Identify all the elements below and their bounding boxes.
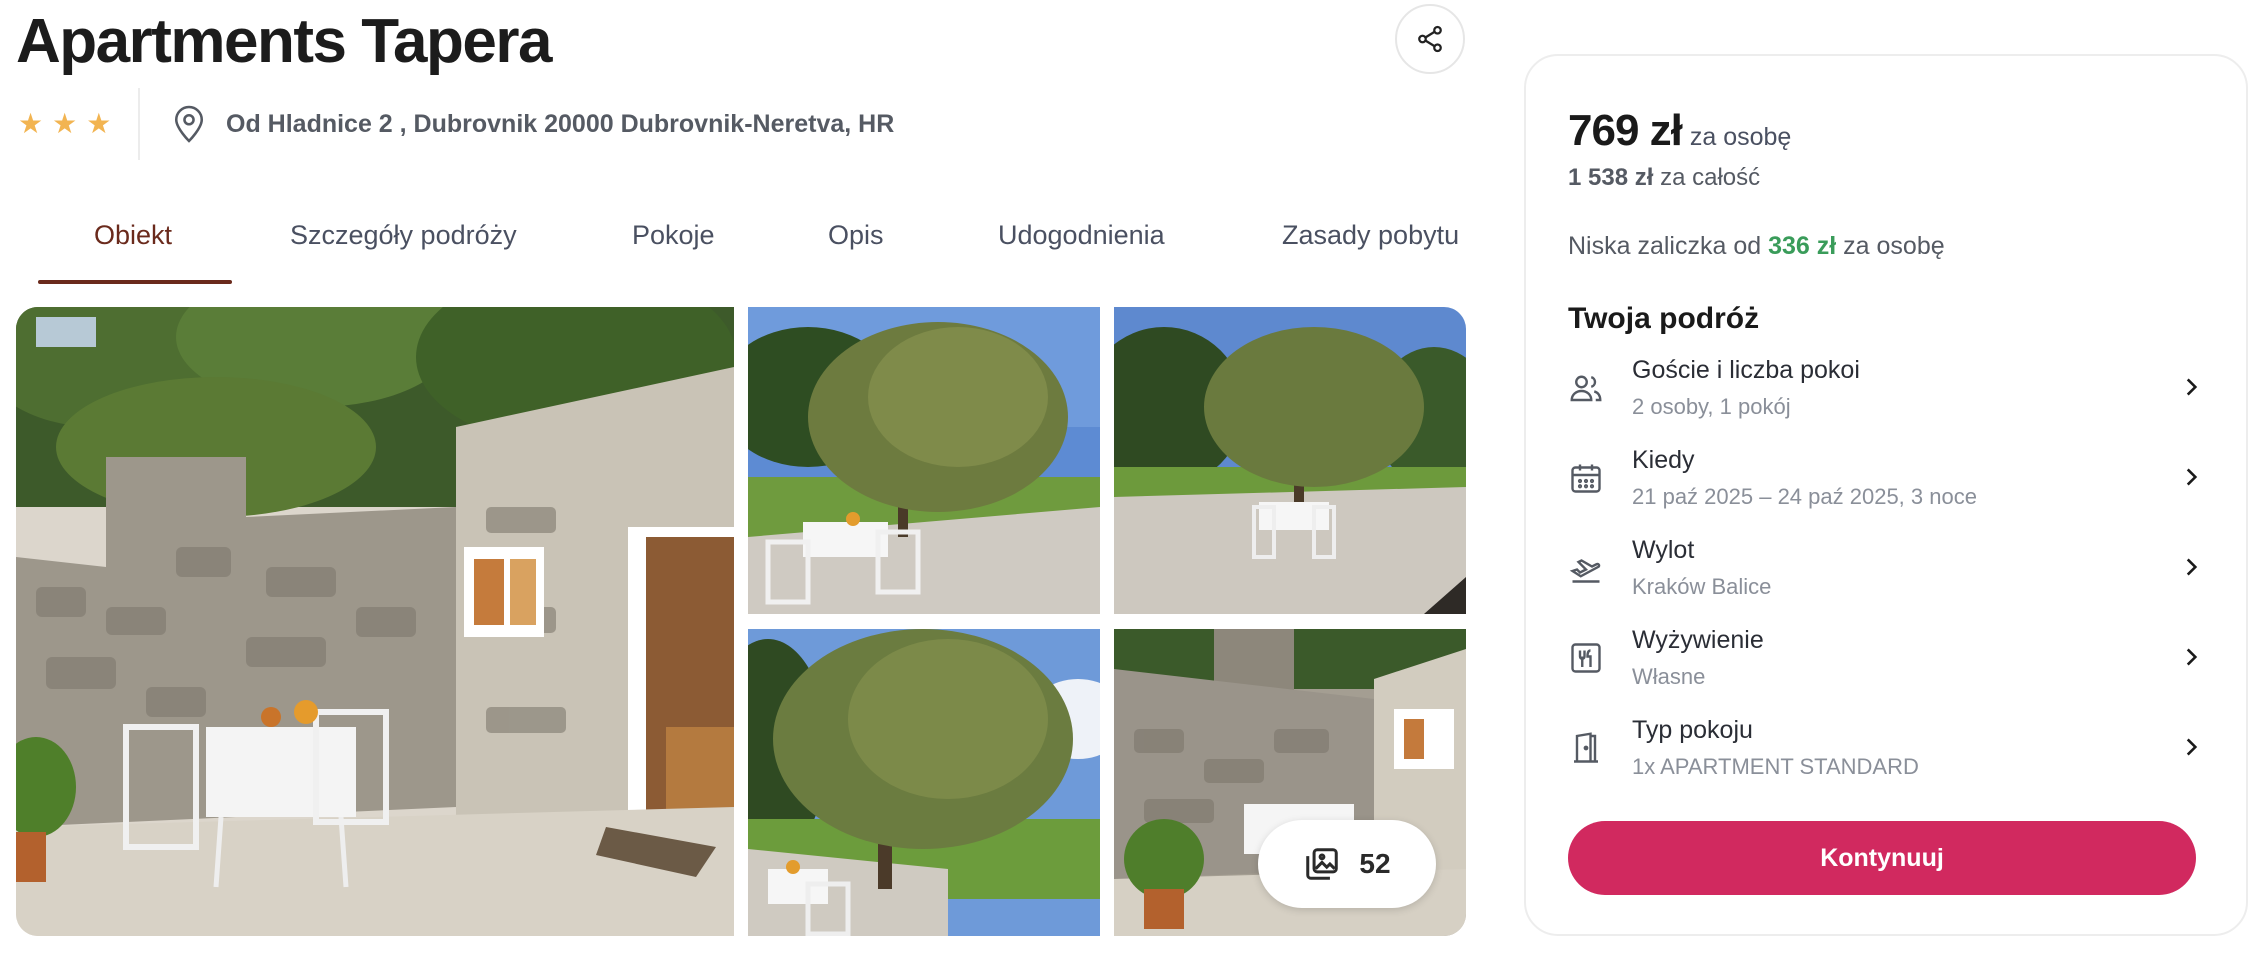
- trip-row-label: Kiedy: [1632, 446, 1695, 474]
- trip-row-value: Kraków Balice: [1632, 574, 1772, 599]
- photo-count-button[interactable]: 52: [1258, 820, 1436, 908]
- trip-row-value: 1x APARTMENT STANDARD: [1632, 754, 1919, 779]
- star-icon: ★: [86, 108, 112, 139]
- trip-row-guests[interactable]: Goście i liczba pokoi 2 osoby, 1 pokój: [1568, 356, 2208, 432]
- gallery-main-photo[interactable]: [16, 307, 734, 936]
- trip-row-dates[interactable]: Kiedy 21 paź 2025 – 24 paź 2025, 3 noce: [1568, 446, 2208, 522]
- price-per-person: 769 zł za osobę: [1568, 106, 1791, 156]
- price-total: 1 538 zł za całość: [1568, 164, 1760, 192]
- star-rating: ★ ★ ★: [18, 110, 111, 138]
- trip-row-label: Typ pokoju: [1632, 716, 1753, 744]
- trip-row-value: 2 osoby, 1 pokój: [1632, 394, 1791, 419]
- gallery-icon: [1306, 848, 1339, 880]
- tab-opis[interactable]: Opis: [828, 220, 884, 251]
- plane-departure-icon: [1569, 559, 1601, 583]
- trip-row-label: Wylot: [1632, 536, 1695, 564]
- tab-szczegoly-podrozy[interactable]: Szczegóły podróży: [290, 220, 517, 251]
- star-icon: ★: [52, 108, 78, 139]
- chevron-right-icon: [2186, 558, 2198, 576]
- trip-row-meals[interactable]: Wyżywienie Własne: [1568, 626, 2208, 702]
- trip-row-room-type[interactable]: Typ pokoju 1x APARTMENT STANDARD: [1568, 716, 2208, 792]
- address[interactable]: Od Hladnice 2 , Dubrovnik 20000 Dubrovni…: [226, 110, 894, 139]
- chevron-right-icon: [2186, 468, 2198, 486]
- trip-heading: Twoja podróż: [1568, 302, 1760, 335]
- price-unit: za osobę: [1689, 123, 1792, 151]
- chevron-right-icon: [2186, 378, 2198, 396]
- active-tab-indicator: [38, 280, 232, 284]
- trip-row-label: Goście i liczba pokoi: [1632, 356, 1860, 384]
- divider: [138, 88, 140, 160]
- tab-pokoje[interactable]: Pokoje: [632, 220, 715, 251]
- meal-icon: [1571, 643, 1601, 673]
- tab-zasady-pobytu[interactable]: Zasady pobytu: [1282, 220, 1459, 251]
- section-tabs: Obiekt Szczegóły podróży Pokoje Opis Udo…: [0, 180, 1470, 286]
- location-pin-icon: [174, 105, 204, 143]
- gallery-thumbnail[interactable]: [1114, 307, 1466, 614]
- guests-icon: [1570, 375, 1602, 402]
- deposit-info: Niska zaliczka od 336 zł za osobę: [1568, 232, 1945, 261]
- gallery-thumbnail[interactable]: [748, 629, 1100, 936]
- trip-row-flight[interactable]: Wylot Kraków Balice: [1568, 536, 2208, 612]
- tab-obiekt[interactable]: Obiekt: [94, 220, 172, 251]
- chevron-right-icon: [2186, 648, 2198, 666]
- deposit-prefix: Niska zaliczka od: [1568, 232, 1762, 260]
- gallery-thumbnail[interactable]: [748, 307, 1100, 614]
- deposit-amount: 336 zł: [1768, 232, 1837, 260]
- share-button[interactable]: [1395, 4, 1465, 74]
- calendar-icon: [1571, 464, 1601, 493]
- door-icon: [1574, 732, 1598, 763]
- trip-row-label: Wyżywienie: [1632, 626, 1764, 654]
- share-icon: [1418, 25, 1442, 53]
- total-amount: 1 538 zł: [1568, 164, 1654, 191]
- total-label: za całość: [1660, 164, 1761, 191]
- continue-button[interactable]: Kontynuuj: [1568, 821, 2196, 895]
- star-icon: ★: [18, 108, 44, 139]
- trip-row-value: Własne: [1632, 664, 1706, 689]
- deposit-suffix: za osobę: [1843, 232, 1945, 260]
- page-title: Apartments Tapera: [16, 7, 552, 76]
- trip-row-value: 21 paź 2025 – 24 paź 2025, 3 noce: [1632, 484, 1977, 509]
- tab-udogodnienia[interactable]: Udogodnienia: [998, 220, 1165, 251]
- chevron-right-icon: [2186, 738, 2198, 756]
- price-amount: 769 zł: [1568, 106, 1683, 155]
- photo-count: 52: [1359, 848, 1391, 879]
- booking-card: 769 zł za osobę 1 538 zł za całość Niska…: [1524, 54, 2248, 936]
